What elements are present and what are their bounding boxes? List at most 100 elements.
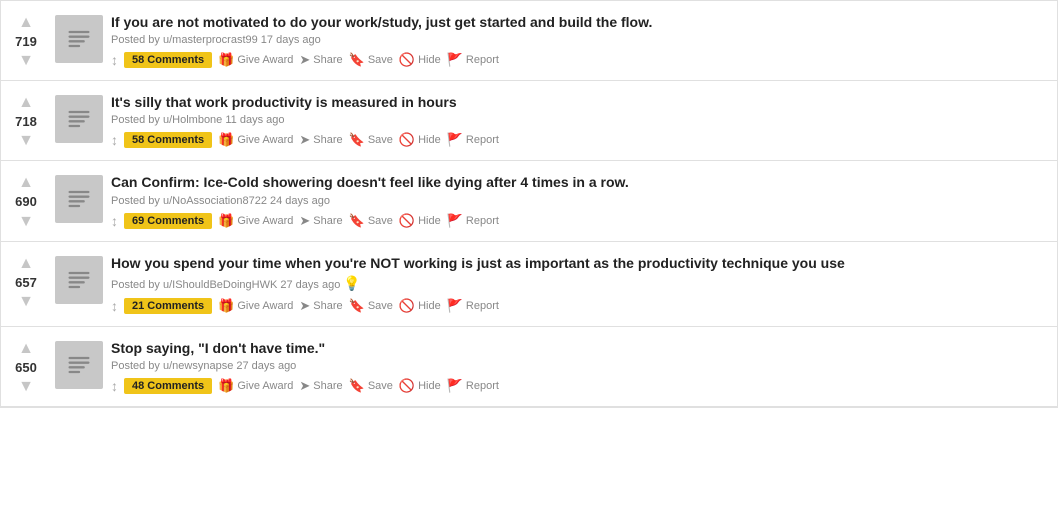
save-icon: 🔖 xyxy=(349,378,365,394)
post-author[interactable]: u/Holmbone xyxy=(163,114,222,126)
hide-button[interactable]: 🚫 Hide xyxy=(399,52,441,68)
share-label: Share xyxy=(313,300,342,312)
vote-column: ▲ 719 ▼ xyxy=(1,9,51,72)
post-title[interactable]: How you spend your time when you're NOT … xyxy=(111,254,1049,272)
report-label: Report xyxy=(466,134,499,146)
report-button[interactable]: 🚩 Report xyxy=(447,52,499,68)
save-button[interactable]: 🔖 Save xyxy=(349,52,393,68)
save-button[interactable]: 🔖 Save xyxy=(349,378,393,394)
upvote-button[interactable]: ▲ xyxy=(18,341,34,357)
downvote-button[interactable]: ▼ xyxy=(18,133,34,149)
vote-column: ▲ 657 ▼ xyxy=(1,250,51,318)
vote-count: 719 xyxy=(15,33,37,51)
save-icon: 🔖 xyxy=(349,298,365,314)
give-award-label: Give Award xyxy=(237,300,293,312)
thumbnail-col xyxy=(51,250,111,318)
expand-icon[interactable]: ↕ xyxy=(111,52,118,68)
hide-icon: 🚫 xyxy=(399,298,415,314)
award-icon: 🎁 xyxy=(218,132,234,148)
expand-icon[interactable]: ↕ xyxy=(111,132,118,148)
vote-count: 718 xyxy=(15,113,37,131)
report-button[interactable]: 🚩 Report xyxy=(447,213,499,229)
give-award-button[interactable]: 🎁 Give Award xyxy=(218,378,293,394)
post-title[interactable]: Stop saying, "I don't have time." xyxy=(111,339,1049,357)
content-col: Can Confirm: Ice-Cold showering doesn't … xyxy=(111,169,1057,232)
hide-label: Hide xyxy=(418,134,441,146)
give-award-button[interactable]: 🎁 Give Award xyxy=(218,52,293,68)
post-thumbnail xyxy=(55,256,103,304)
post-thumbnail xyxy=(55,15,103,63)
share-button[interactable]: ➤ Share xyxy=(299,52,342,68)
post-thumbnail xyxy=(55,95,103,143)
share-label: Share xyxy=(313,54,342,66)
downvote-button[interactable]: ▼ xyxy=(18,379,34,395)
post-author[interactable]: u/NoAssociation8722 xyxy=(163,195,267,207)
give-award-button[interactable]: 🎁 Give Award xyxy=(218,132,293,148)
upvote-button[interactable]: ▲ xyxy=(18,15,34,31)
thumbnail-col xyxy=(51,335,111,398)
post-item: ▲ 657 ▼ How you spend your time when you… xyxy=(1,242,1057,327)
vote-column: ▲ 650 ▼ xyxy=(1,335,51,398)
report-button[interactable]: 🚩 Report xyxy=(447,132,499,148)
thumbnail-col xyxy=(51,89,111,152)
hide-button[interactable]: 🚫 Hide xyxy=(399,132,441,148)
give-award-button[interactable]: 🎁 Give Award xyxy=(218,213,293,229)
post-title[interactable]: Can Confirm: Ice-Cold showering doesn't … xyxy=(111,173,1049,191)
downvote-button[interactable]: ▼ xyxy=(18,53,34,69)
share-icon: ➤ xyxy=(299,298,310,314)
downvote-button[interactable]: ▼ xyxy=(18,214,34,230)
share-button[interactable]: ➤ Share xyxy=(299,298,342,314)
expand-icon[interactable]: ↕ xyxy=(111,298,118,314)
save-label: Save xyxy=(368,380,393,392)
post-title[interactable]: It's silly that work productivity is mea… xyxy=(111,93,1049,111)
post-meta: Posted by u/newsynapse 27 days ago xyxy=(111,360,1049,372)
report-label: Report xyxy=(466,300,499,312)
hide-button[interactable]: 🚫 Hide xyxy=(399,213,441,229)
report-icon: 🚩 xyxy=(447,378,463,394)
content-col: If you are not motivated to do your work… xyxy=(111,9,1057,72)
comments-button[interactable]: 48 Comments xyxy=(124,378,212,394)
comments-button[interactable]: 69 Comments xyxy=(124,213,212,229)
vote-count: 657 xyxy=(15,274,37,292)
hide-button[interactable]: 🚫 Hide xyxy=(399,298,441,314)
save-button[interactable]: 🔖 Save xyxy=(349,298,393,314)
comments-button[interactable]: 58 Comments xyxy=(124,52,212,68)
share-button[interactable]: ➤ Share xyxy=(299,132,342,148)
vote-count: 690 xyxy=(15,193,37,211)
upvote-button[interactable]: ▲ xyxy=(18,95,34,111)
give-award-label: Give Award xyxy=(237,215,293,227)
text-post-icon xyxy=(65,105,93,133)
text-post-icon xyxy=(65,351,93,379)
content-col: It's silly that work productivity is mea… xyxy=(111,89,1057,152)
share-button[interactable]: ➤ Share xyxy=(299,213,342,229)
report-button[interactable]: 🚩 Report xyxy=(447,378,499,394)
post-meta: Posted by u/NoAssociation8722 24 days ag… xyxy=(111,195,1049,207)
share-button[interactable]: ➤ Share xyxy=(299,378,342,394)
save-button[interactable]: 🔖 Save xyxy=(349,213,393,229)
report-icon: 🚩 xyxy=(447,213,463,229)
upvote-button[interactable]: ▲ xyxy=(18,256,34,272)
share-label: Share xyxy=(313,134,342,146)
upvote-button[interactable]: ▲ xyxy=(18,175,34,191)
save-button[interactable]: 🔖 Save xyxy=(349,132,393,148)
post-emoji: 💡 xyxy=(343,275,360,291)
give-award-button[interactable]: 🎁 Give Award xyxy=(218,298,293,314)
downvote-button[interactable]: ▼ xyxy=(18,294,34,310)
action-row: ↕ 58 Comments 🎁 Give Award ➤ Share 🔖 Sav… xyxy=(111,52,1049,68)
post-author[interactable]: u/masterprocrast99 xyxy=(163,34,258,46)
hide-button[interactable]: 🚫 Hide xyxy=(399,378,441,394)
post-author[interactable]: u/newsynapse xyxy=(163,360,233,372)
save-label: Save xyxy=(368,54,393,66)
post-author[interactable]: u/IShouldBeDoingHWK xyxy=(163,279,277,291)
text-post-icon xyxy=(65,185,93,213)
hide-label: Hide xyxy=(418,300,441,312)
text-post-icon xyxy=(65,25,93,53)
comments-button[interactable]: 58 Comments xyxy=(124,132,212,148)
expand-icon[interactable]: ↕ xyxy=(111,378,118,394)
expand-icon[interactable]: ↕ xyxy=(111,213,118,229)
report-button[interactable]: 🚩 Report xyxy=(447,298,499,314)
award-icon: 🎁 xyxy=(218,213,234,229)
report-icon: 🚩 xyxy=(447,52,463,68)
post-title[interactable]: If you are not motivated to do your work… xyxy=(111,13,1049,31)
comments-button[interactable]: 21 Comments xyxy=(124,298,212,314)
